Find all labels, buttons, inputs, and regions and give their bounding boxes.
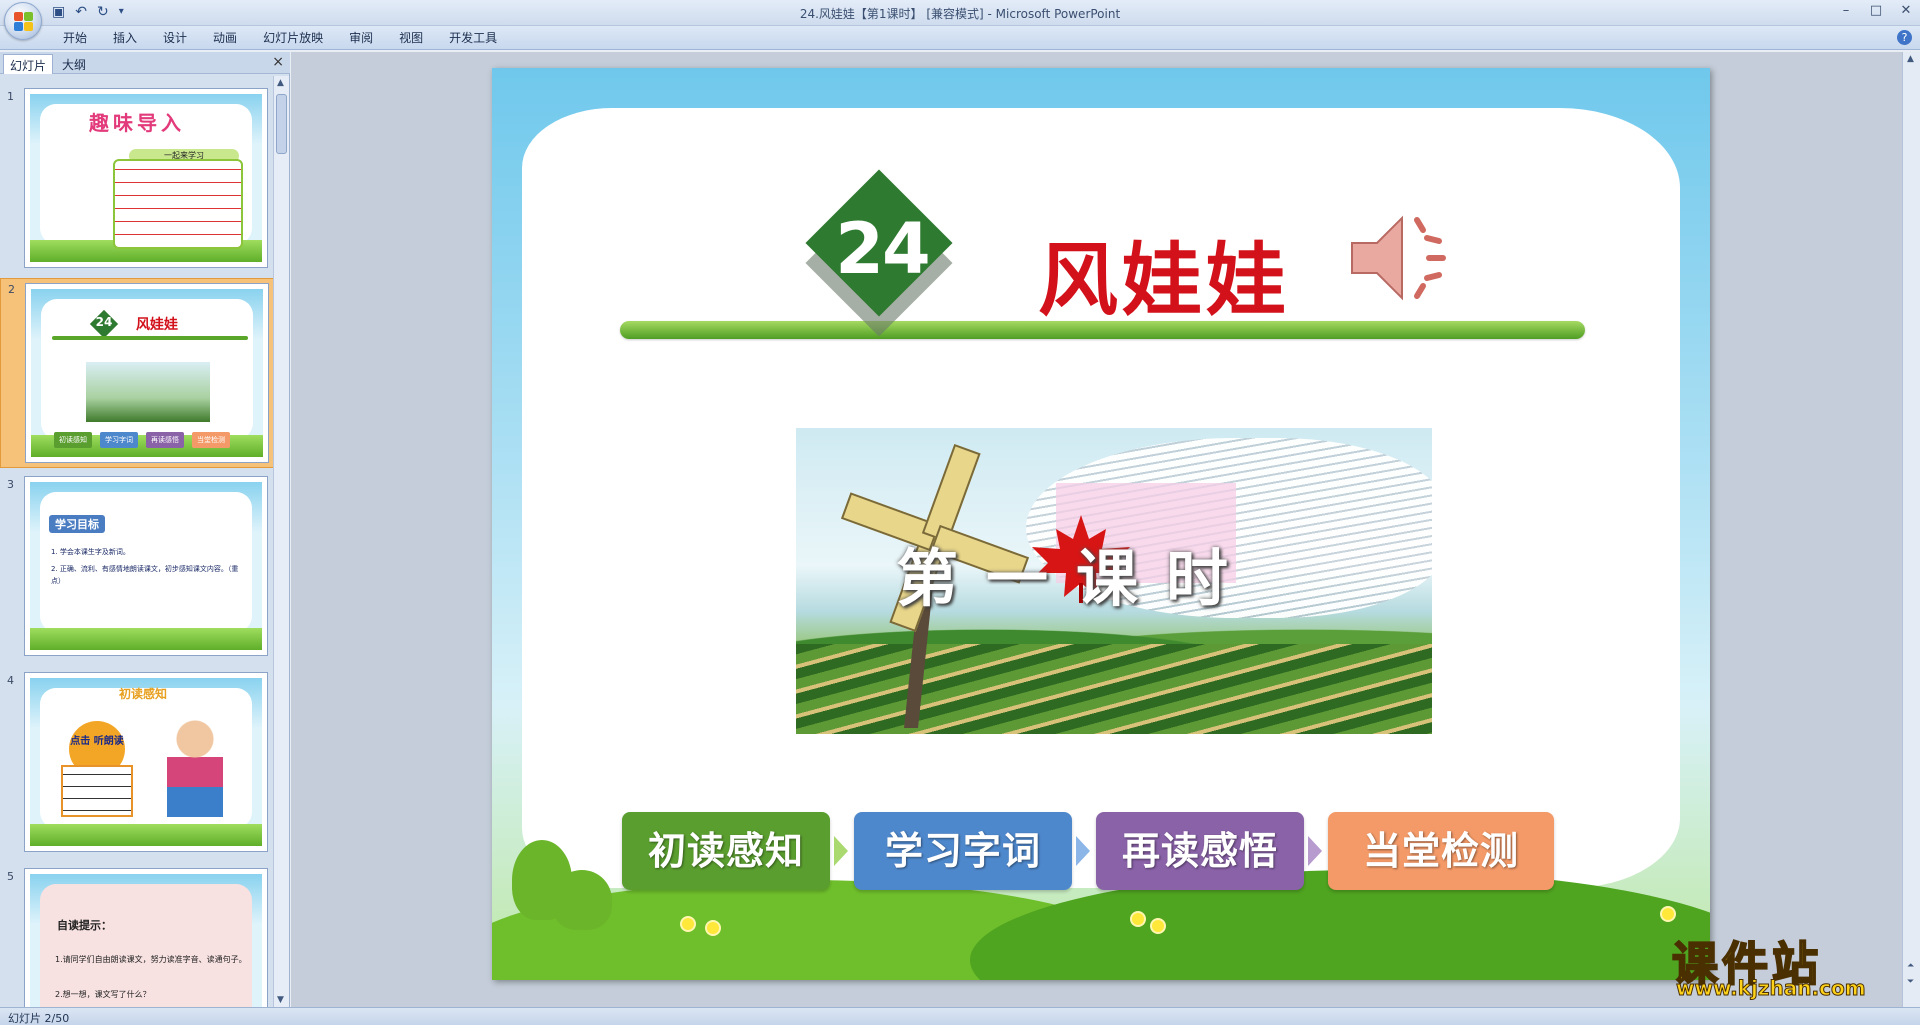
flower-decoration xyxy=(1662,908,1674,920)
thumbnail-row-2[interactable]: 2 24 风娃娃 初读感知 学习字词 再读感悟 当堂检测 xyxy=(0,278,274,468)
site-watermark-logo: 课件站 www.kjzhan.com xyxy=(1668,928,1918,1001)
thumbnail-row-3[interactable]: 3 学习目标 1. 学会本课生字及新词。 2. 正确、流利、有感情地朗读课文，初… xyxy=(0,474,274,660)
arrow-icon xyxy=(834,836,848,866)
thumbnail-title: 学习目标 xyxy=(49,515,105,533)
step-reread[interactable]: 再读感悟 xyxy=(1096,812,1304,890)
tree-decoration xyxy=(552,870,612,930)
windmill-illustration: 第一课时 xyxy=(796,428,1432,734)
canvas-scrollbar[interactable]: ▲ ⏶ ⏷ xyxy=(1902,52,1920,1007)
thumbnail-row-1[interactable]: 1 趣味导入 一起来学习 xyxy=(0,86,274,272)
thumbnail-number: 5 xyxy=(7,870,14,883)
thumbnail-number: 2 xyxy=(8,283,15,296)
arrow-icon xyxy=(1308,836,1322,866)
ribbon-tabs: 开始 插入 设计 动画 幻灯片放映 审阅 视图 开发工具 xyxy=(50,30,510,46)
thumbnail-row-4[interactable]: 4 初读感知 点击 听朗读 xyxy=(0,670,274,856)
ribbon: 开始 插入 设计 动画 幻灯片放映 审阅 视图 开发工具 ? xyxy=(0,26,1920,50)
thumbnail-title-bar xyxy=(52,336,248,340)
thumbnail-child-figure xyxy=(167,717,223,817)
flower-decoration xyxy=(1152,920,1164,932)
thumbnail-item: 2. 正确、流利、有感情地朗读课文，初步感知课文内容。（重点） xyxy=(51,565,239,585)
thumbnail-number: 4 xyxy=(7,674,14,687)
scroll-down-icon[interactable]: ▼ xyxy=(277,995,284,1005)
thumbnail-slide-2[interactable]: 24 风娃娃 初读感知 学习字词 再读感悟 当堂检测 xyxy=(25,283,269,463)
thumbnail-lesson-number: 24 xyxy=(95,315,113,329)
step-class-test[interactable]: 当堂检测 xyxy=(1328,812,1554,890)
tab-insert[interactable]: 插入 xyxy=(100,30,150,46)
tab-home[interactable]: 开始 xyxy=(50,30,100,46)
watermark-url: www.kjzhan.com xyxy=(1676,976,1867,1001)
thumbnail-text-block xyxy=(61,765,133,817)
thumbnail-text-block xyxy=(113,159,243,249)
thumbnail-step: 学习字词 xyxy=(100,432,138,448)
thumbnail-number: 1 xyxy=(7,90,14,103)
lesson-number: 24 xyxy=(835,208,930,290)
thumbnail-title: 初读感知 xyxy=(119,687,168,701)
tab-slideshow[interactable]: 幻灯片放映 xyxy=(250,30,336,46)
thumbnail-step: 当堂检测 xyxy=(192,432,230,448)
window-title: 24.风娃娃【第1课时】 [兼容模式] - Microsoft PowerPoi… xyxy=(799,7,1121,21)
scroll-up-icon[interactable]: ▲ xyxy=(277,78,284,88)
close-icon[interactable]: ✕ xyxy=(1898,3,1914,18)
thumbnail-title: 风娃娃 xyxy=(136,317,178,333)
thumbnail-item: 1. 学会本课生字及新词。 xyxy=(51,548,130,556)
tab-outline[interactable]: 大纲 xyxy=(56,54,92,74)
thumbnail-item: 2.想一想，课文写了什么？ xyxy=(55,990,151,999)
flower-decoration xyxy=(1132,913,1144,925)
thumbnail-slide-3[interactable]: 学习目标 1. 学会本课生字及新词。 2. 正确、流利、有感情地朗读课文，初步感… xyxy=(24,476,268,656)
close-pane-icon[interactable]: × xyxy=(272,54,284,70)
maximize-icon[interactable]: □ xyxy=(1868,3,1884,18)
arrow-icon xyxy=(1076,836,1090,866)
scroll-up-icon[interactable]: ▲ xyxy=(1907,54,1914,64)
lesson-title: 风娃娃 xyxy=(1038,233,1290,327)
thumbnail-row-5[interactable]: 5 自读提示： 1.请同学们自由朗读课文，努力读准字音、读通句子。 2.想一想，… xyxy=(0,866,274,1007)
office-logo-icon xyxy=(14,12,34,32)
tab-animations[interactable]: 动画 xyxy=(200,30,250,46)
thumbnail-step: 再读感悟 xyxy=(146,432,184,448)
window-controls: – □ ✕ xyxy=(1838,3,1914,18)
thumbnail-list: 1 趣味导入 一起来学习 2 24 风娃娃 初读感知 学习字词 再读感悟 当堂检 xyxy=(0,76,274,1007)
thumbnail-title: 趣味导入 xyxy=(89,111,185,135)
title-bar: ▣ ↶ ↻ ▾ 24.风娃娃【第1课时】 [兼容模式] - Microsoft … xyxy=(0,0,1920,40)
thumbnail-slide-1[interactable]: 趣味导入 一起来学习 xyxy=(24,88,268,268)
tab-developer[interactable]: 开发工具 xyxy=(436,30,510,46)
pane-tabs: 幻灯片 大纲 × xyxy=(0,52,290,74)
thumbnail-step: 初读感知 xyxy=(54,432,92,448)
status-bar: 幻灯片 2/50 xyxy=(0,1007,1920,1025)
step-first-reading[interactable]: 初读感知 xyxy=(622,812,830,890)
speaker-icon[interactable] xyxy=(1347,208,1457,308)
current-slide[interactable]: 24 风娃娃 第一课时 初读感知 学习字词 再读感悟 当堂检测 xyxy=(492,68,1710,980)
flower-decoration xyxy=(682,918,694,930)
thumbnail-number: 3 xyxy=(7,478,14,491)
thumbnail-picture xyxy=(86,362,210,422)
thumbnail-item: 1.请同学们自由朗读课文，努力读准字音、读通句子。 xyxy=(55,955,247,964)
scroll-thumb[interactable] xyxy=(276,94,287,154)
tab-slides[interactable]: 幻灯片 xyxy=(3,54,54,74)
tab-review[interactable]: 审阅 xyxy=(336,30,386,46)
step-learn-words[interactable]: 学习字词 xyxy=(854,812,1072,890)
slides-pane: 幻灯片 大纲 × 1 趣味导入 一起来学习 2 24 风娃娃 初读感知 学习字词… xyxy=(0,52,290,1007)
minimize-icon[interactable]: – xyxy=(1838,3,1854,18)
thumbnail-slide-4[interactable]: 初读感知 点击 听朗读 xyxy=(24,672,268,852)
pane-scrollbar[interactable]: ▲ ▼ xyxy=(273,76,289,1007)
office-button[interactable] xyxy=(4,2,42,40)
thumbnail-title: 自读提示： xyxy=(57,919,112,932)
lesson-time-label: 第一课时 xyxy=(896,542,1257,615)
tab-view[interactable]: 视图 xyxy=(386,30,436,46)
help-icon[interactable]: ? xyxy=(1897,30,1912,45)
tab-design[interactable]: 设计 xyxy=(150,30,200,46)
flower-decoration xyxy=(707,922,719,934)
lesson-steps: 初读感知 学习字词 再读感悟 当堂检测 xyxy=(622,812,1582,892)
thumbnail-slide-5[interactable]: 自读提示： 1.请同学们自由朗读课文，努力读准字音、读通句子。 2.想一想，课文… xyxy=(24,868,268,1007)
slide-counter: 幻灯片 2/50 xyxy=(8,1012,70,1025)
